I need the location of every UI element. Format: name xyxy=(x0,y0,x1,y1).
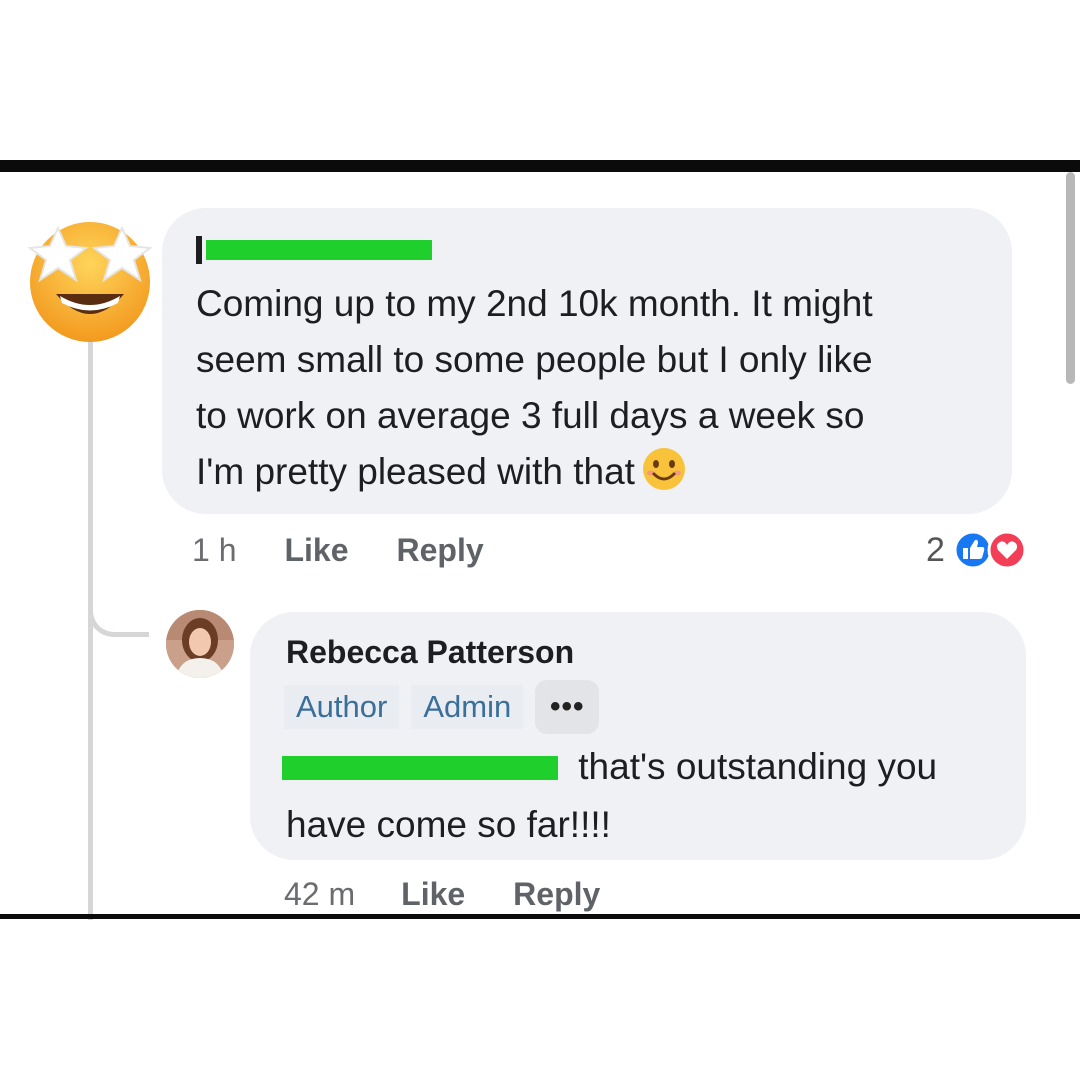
star-struck-emoji-icon[interactable] xyxy=(20,206,160,346)
reply-actions: 42 m Like Reply xyxy=(284,872,648,916)
comment-thread-screenshot: Coming up to my 2nd 10k month. It might … xyxy=(0,160,1080,920)
smiling-face-icon xyxy=(642,448,685,490)
bottom-border xyxy=(0,914,1080,919)
redaction-bar xyxy=(282,756,558,780)
admin-badge: Admin xyxy=(411,685,524,729)
reply-badges: Author Admin ••• xyxy=(284,680,600,734)
reply-timestamp[interactable]: 42 m xyxy=(284,876,355,913)
reaction-count: 2 xyxy=(926,530,945,569)
reaction-summary[interactable]: 2 xyxy=(926,528,1027,572)
reply-author[interactable]: Rebecca Patterson xyxy=(286,634,574,671)
reply-reply-button[interactable]: Reply xyxy=(513,876,600,913)
comment-actions: 1 h Like Reply xyxy=(192,528,532,572)
top-border xyxy=(0,160,1080,172)
like-button[interactable]: Like xyxy=(284,532,348,569)
reply-like-button[interactable]: Like xyxy=(401,876,465,913)
scrollbar[interactable] xyxy=(1066,172,1075,384)
author-badge: Author xyxy=(284,685,400,729)
comment-author-redacted[interactable] xyxy=(196,236,440,266)
name-fragment xyxy=(196,236,202,264)
redaction-bar xyxy=(206,240,432,260)
comment-timestamp[interactable]: 1 h xyxy=(192,532,236,569)
comment-body: Coming up to my 2nd 10k month. It might … xyxy=(196,283,873,492)
comment-text: Coming up to my 2nd 10k month. It might … xyxy=(196,276,996,500)
reply-connector xyxy=(88,576,149,637)
love-icon xyxy=(987,530,1027,570)
reply-button[interactable]: Reply xyxy=(397,532,484,569)
more-options-button[interactable]: ••• xyxy=(535,680,600,734)
rebecca-avatar[interactable] xyxy=(166,610,234,678)
